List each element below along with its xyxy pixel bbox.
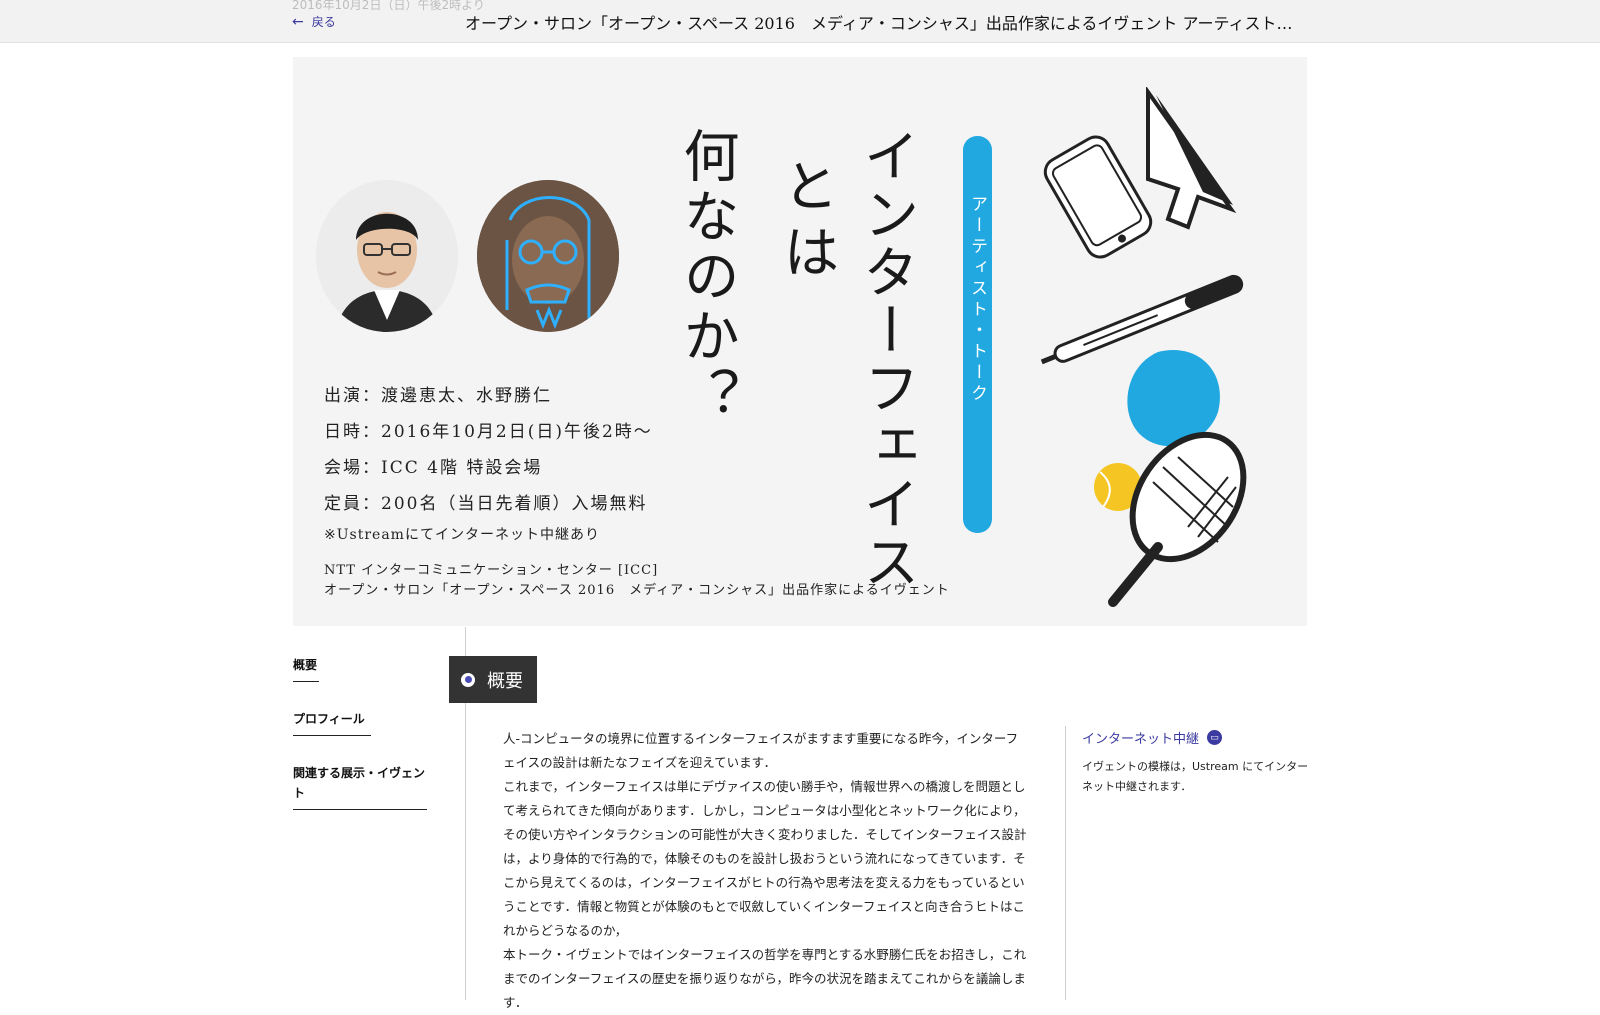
back-link[interactable]: ← 戻る [292, 13, 336, 30]
overview-paragraph: 人-コンピュータの境界に位置するインターフェイスがますます重要になる昨今，インタ… [503, 731, 1019, 770]
speaker-portrait-mizuno [477, 180, 619, 332]
tennis-racket-icon [1108, 431, 1247, 607]
radio-dot-icon [461, 672, 475, 687]
internet-broadcast-aside: インターネット中継 ▭ イヴェントの模様は，Ustream にてインターネット中… [1082, 728, 1312, 797]
internet-broadcast-link[interactable]: インターネット中継 ▭ [1082, 728, 1312, 747]
section-heading-text: 概要 [487, 670, 523, 692]
section-nav: 概要 プロフィール 関連する展示・イヴェント [293, 655, 433, 837]
aside-description: イヴェントの模様は，Ustream にてインターネット中継されます． [1082, 760, 1309, 793]
overview-paragraph: これまで，インターフェイスは単にデヴァイスの使い勝手や，情報世界への橋渡しを問題… [503, 779, 1027, 938]
interface-illustration [1040, 87, 1247, 607]
phone-icon [1043, 135, 1153, 259]
overview-body: 人-コンピュータの境界に位置するインターフェイスがますます重要になる昨今，インタ… [503, 727, 1027, 1015]
aside-title-text: インターネット中継 [1082, 732, 1200, 747]
section-heading-overview: 概要 [449, 656, 537, 703]
nav-item-profile[interactable]: プロフィール [293, 709, 371, 736]
info-datetime: 日時：2016年10月2日(日)午後2時〜 [324, 422, 653, 442]
hero-title-towa: とは [774, 157, 839, 289]
event-date-ghost: 2016年10月2日（日）午後2時より [292, 0, 485, 12]
broadcast-icon: ▭ [1207, 730, 1223, 745]
event-hero-banner: 出演：渡邊恵太、水野勝仁 日時：2016年10月2日(日)午後2時〜 会場：IC… [293, 57, 1307, 626]
info-performers: 出演：渡邊恵太、水野勝仁 [324, 386, 552, 406]
divider-right [1065, 726, 1066, 1000]
artist-talk-label: アーティスト・トーク [967, 195, 987, 405]
pen-icon [1040, 274, 1244, 365]
info-venue: 会場：ICC 4階 特設会場 [324, 458, 543, 478]
info-organizer: NTT インターコミュニケーション・センター [ICC] [324, 563, 659, 578]
back-label: 戻る [311, 15, 336, 29]
info-capacity: 定員：200名（当日先着順）入場無料 [324, 494, 648, 514]
nav-item-related[interactable]: 関連する展示・イヴェント [293, 763, 427, 810]
arrow-left-icon: ← [292, 13, 304, 30]
nav-item-overview[interactable]: 概要 [293, 655, 319, 682]
info-ustream-note: ※Ustreamにてインターネット中継あり [324, 527, 600, 543]
speaker-portrait-watanabe [316, 180, 458, 332]
overview-paragraph: 本トーク・イヴェントではインターフェイスの哲学を専門とする水野勝仁氏をお招きし，… [503, 947, 1027, 1010]
hero-title-nani: 何なのか？ [674, 127, 739, 427]
hero-title-interface: インターフェイス [854, 127, 919, 591]
top-bar: 2016年10月2日（日）午後2時より ← 戻る オープン・サロン「オープン・ス… [0, 0, 1600, 43]
page-title: オープン・サロン「オープン・スペース 2016 メディア・コンシャス」出品作家に… [465, 14, 1300, 33]
